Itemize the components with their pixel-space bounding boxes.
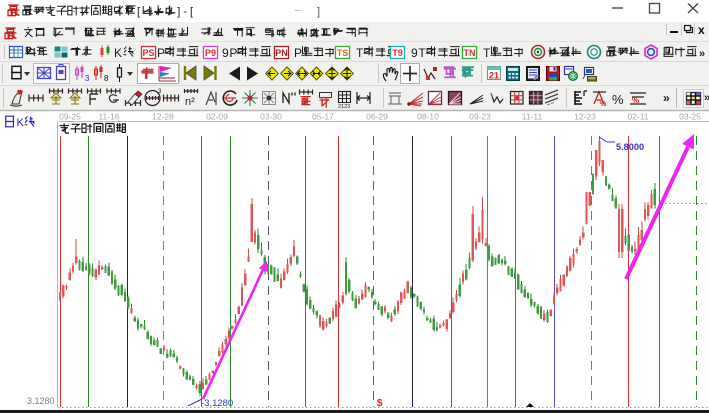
svg-text:n²: n² [185, 96, 195, 108]
svg-text:%: % [600, 101, 607, 108]
svg-text:12-23: 12-23 [574, 112, 596, 122]
svg-text:T: T [483, 46, 491, 60]
svg-text:9: 9 [222, 46, 229, 60]
svg-text:P: P [157, 46, 165, 60]
svg-text:»: » [663, 91, 670, 105]
svg-text:TN: TN [464, 48, 476, 58]
svg-text:02-09: 02-09 [206, 112, 228, 122]
svg-text:11-11: 11-11 [522, 112, 543, 122]
svg-text:03-30: 03-30 [260, 112, 282, 122]
svg-text:08-10: 08-10 [417, 112, 439, 122]
svg-text:09-25: 09-25 [59, 112, 81, 122]
svg-text:%: % [612, 92, 624, 107]
svg-text:P: P [229, 46, 237, 60]
svg-text:5.8000: 5.8000 [616, 142, 644, 152]
svg-text:05-17: 05-17 [312, 112, 334, 122]
svg-text:-3.1280: -3.1280 [201, 398, 233, 409]
svg-text:21: 21 [489, 71, 499, 81]
svg-text:11-16: 11-16 [98, 112, 119, 122]
svg-text:x: x [698, 23, 705, 37]
svg-text:3: 3 [85, 74, 90, 83]
svg-text:»: » [699, 48, 705, 60]
svg-text:T: T [356, 46, 364, 60]
svg-text:P9: P9 [205, 48, 216, 58]
svg-text:–: – [295, 5, 301, 16]
svg-text:03-25: 03-25 [679, 112, 701, 122]
svg-text:02-11: 02-11 [627, 112, 648, 122]
svg-text:06-29: 06-29 [366, 112, 388, 122]
svg-text:PN: PN [275, 48, 288, 58]
svg-text:T9: T9 [392, 48, 403, 58]
svg-text:%: % [632, 96, 639, 105]
svg-text:K: K [114, 46, 122, 60]
svg-text:12-28: 12-28 [152, 112, 174, 122]
svg-text:09-23: 09-23 [469, 112, 491, 122]
svg-text:T: T [418, 46, 426, 60]
svg-text:»: » [704, 92, 709, 104]
svg-text:[: [ [137, 6, 140, 18]
svg-text:3.1280: 3.1280 [27, 396, 55, 406]
svg-text:] - [: ] - [ [177, 6, 193, 18]
svg-text:]: ] [317, 6, 320, 18]
svg-text:PS: PS [142, 48, 154, 58]
svg-text:K: K [17, 117, 25, 129]
svg-text:P: P [294, 46, 302, 60]
svg-text:$: $ [377, 398, 383, 409]
svg-text:TS: TS [337, 48, 349, 58]
svg-text:9: 9 [411, 46, 418, 60]
svg-text:2123: 2123 [338, 104, 350, 110]
svg-text:8: 8 [104, 74, 109, 83]
